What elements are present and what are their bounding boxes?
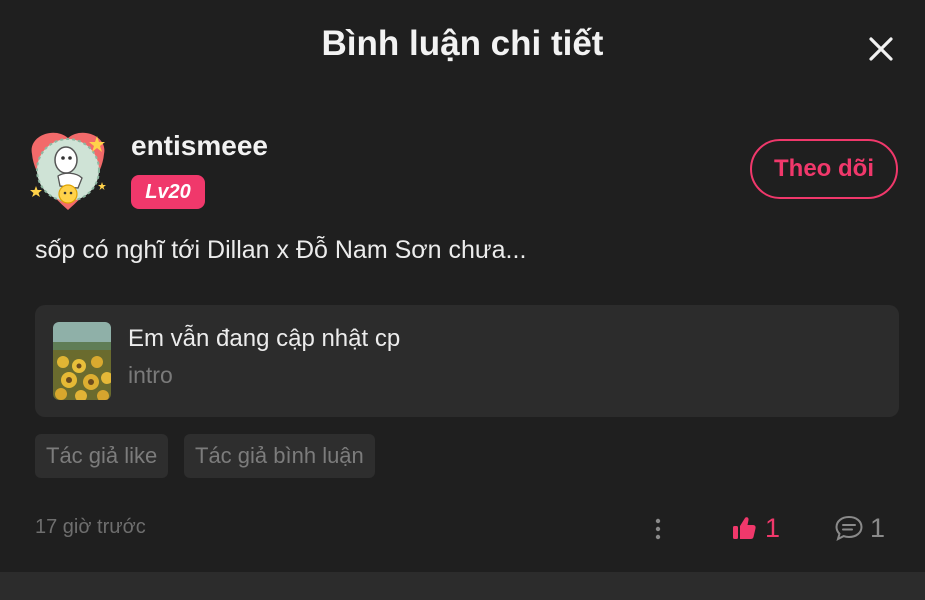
story-cover-image (53, 322, 111, 400)
comment-detail-panel: Bình luận chi tiết entismeee Lv20 Theo d… (0, 0, 925, 572)
reply-button[interactable]: 1 (834, 508, 885, 548)
comment-text: sốp có nghĩ tới Dillan x Đỗ Nam Sơn chưa… (35, 236, 527, 264)
bottom-divider (0, 572, 925, 600)
level-badge: Lv20 (131, 175, 205, 209)
like-button[interactable]: 1 (731, 508, 780, 548)
more-options-button[interactable] (646, 514, 670, 544)
like-count: 1 (765, 512, 781, 543)
story-card[interactable]: Em vẫn đang cập nhật cp intro (35, 305, 899, 417)
author-like-tag: Tác giả like (35, 434, 169, 478)
username[interactable]: entismeee (131, 130, 268, 162)
story-subtitle: intro (128, 362, 173, 388)
more-vertical-icon (655, 518, 661, 540)
timestamp: 17 giờ trước (35, 516, 146, 538)
reply-count: 1 (870, 512, 886, 543)
story-title: Em vẫn đang cập nhật cp (128, 325, 401, 352)
page-title: Bình luận chi tiết (321, 24, 604, 63)
close-button[interactable] (862, 30, 900, 68)
avatar[interactable] (24, 126, 112, 214)
comment-bubble-icon (835, 515, 863, 541)
author-comment-tag: Tác giả bình luận (184, 434, 375, 478)
thumbs-up-icon (733, 517, 756, 539)
follow-button[interactable]: Theo dõi (750, 139, 898, 199)
close-icon (869, 37, 893, 61)
